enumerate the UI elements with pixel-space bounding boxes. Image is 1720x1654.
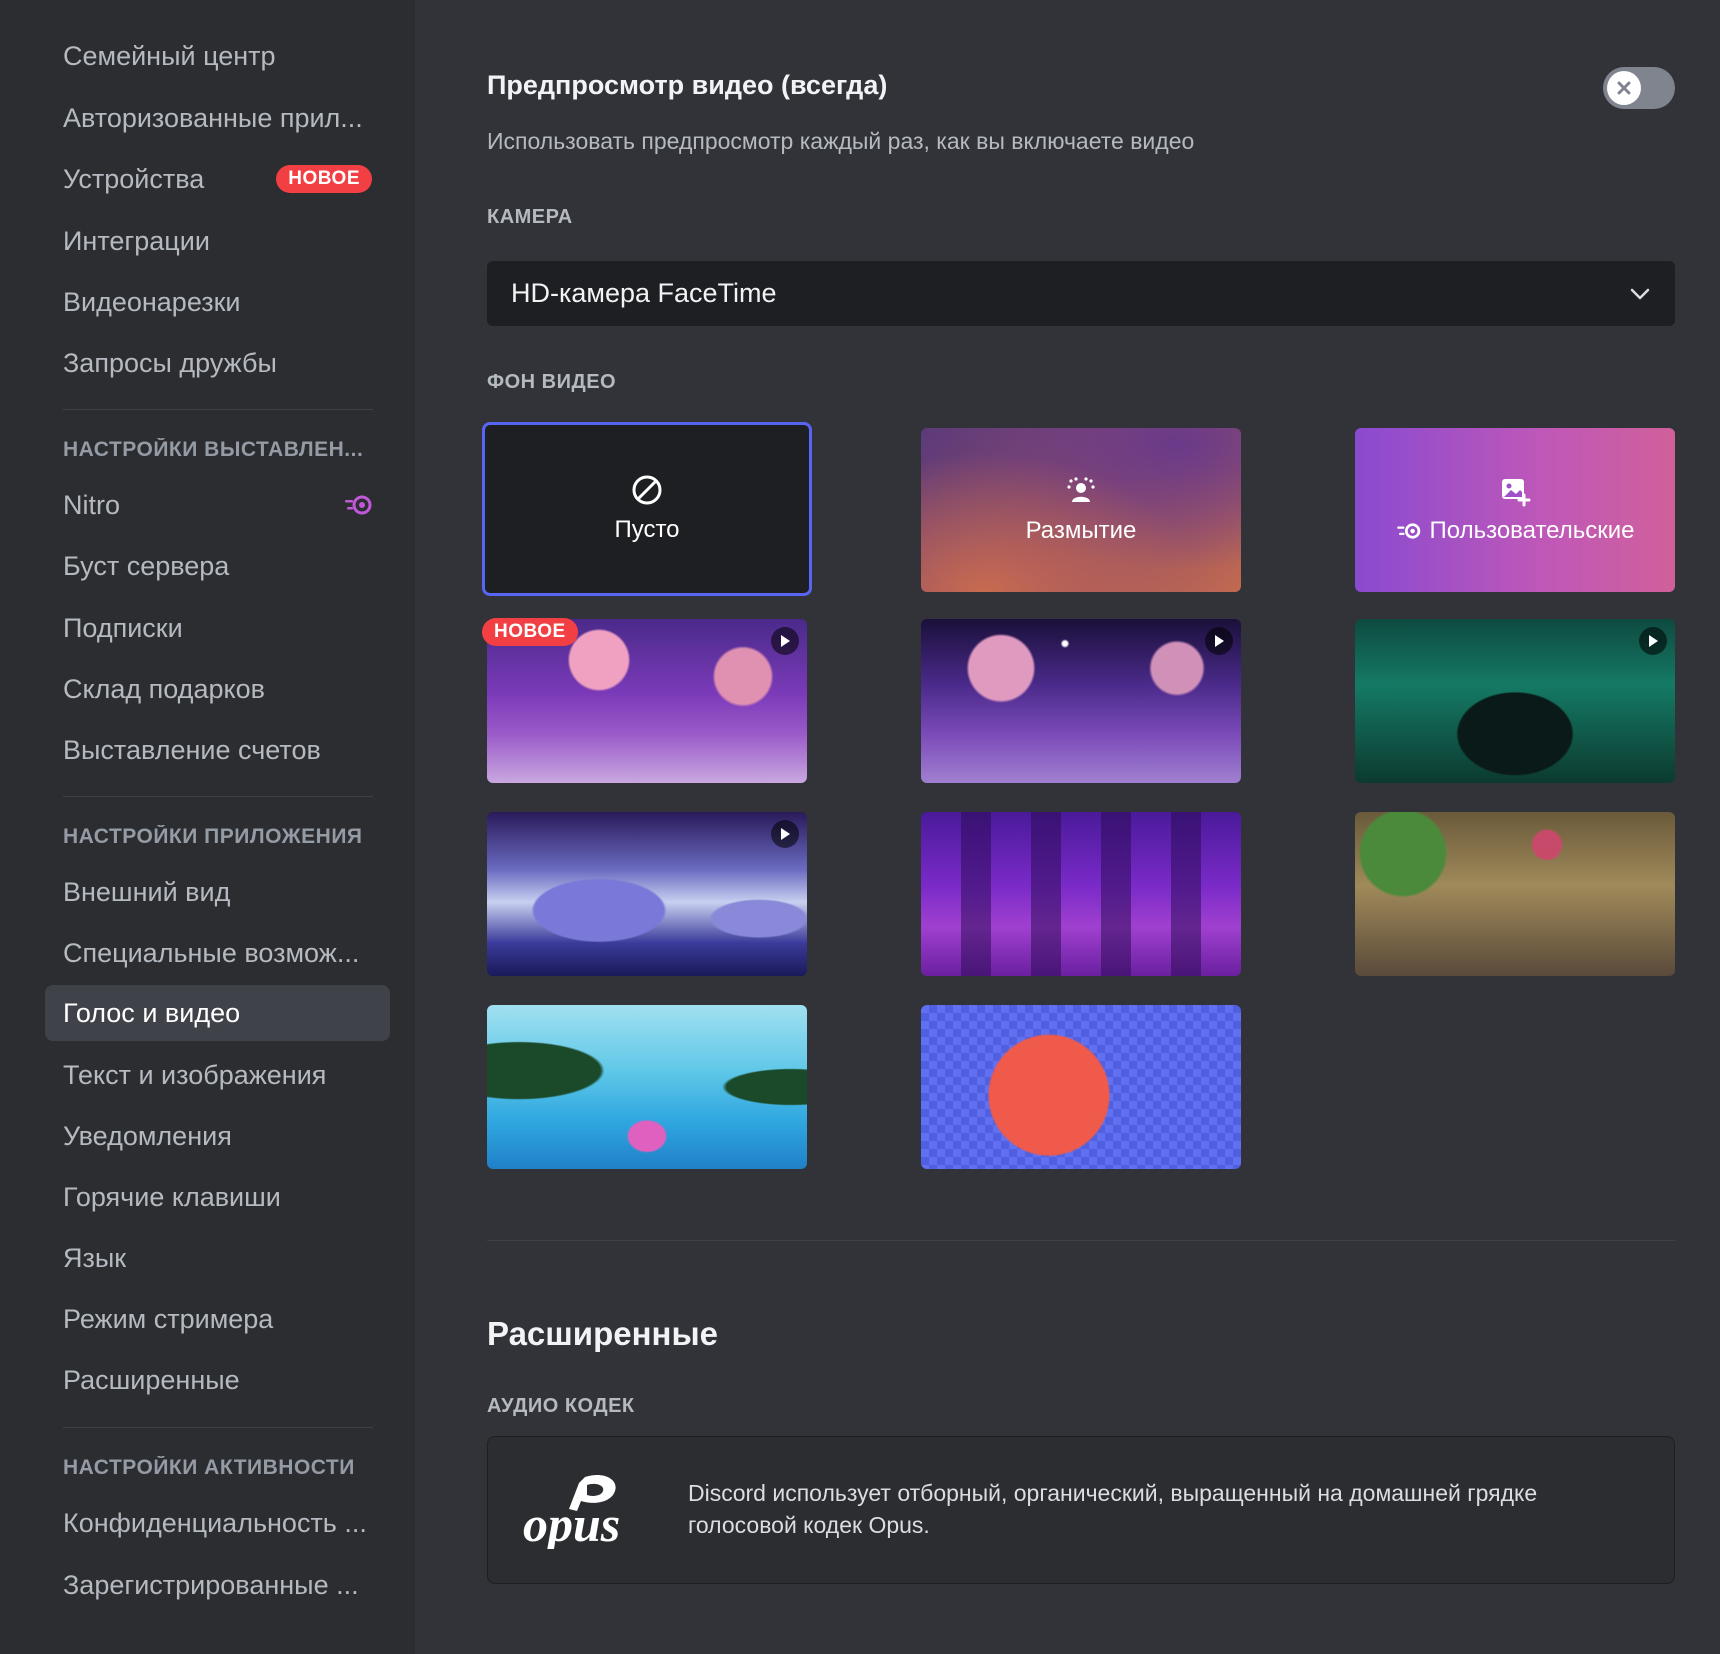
sidebar-item-label: Режим стримера bbox=[63, 1303, 274, 1334]
sidebar-item-server-boost[interactable]: Буст сервера bbox=[45, 538, 390, 594]
sidebar-item-label: Голос и видео bbox=[63, 997, 241, 1028]
bg-option-content: Размытие bbox=[921, 428, 1241, 592]
bg-option-neon-city[interactable] bbox=[921, 812, 1241, 976]
bg-option-label: Размытие bbox=[1025, 517, 1137, 544]
sidebar-item-label: Устройства bbox=[63, 163, 205, 194]
video-preview-toggle[interactable] bbox=[1603, 67, 1675, 109]
nitro-icon bbox=[1396, 523, 1420, 539]
toggle-knob bbox=[1607, 71, 1641, 105]
billing-settings-header: НАСТРОЙКИ ВЫСТАВЛЕН... bbox=[63, 438, 364, 461]
video-preview-description: Использовать предпросмотр каждый раз, ка… bbox=[487, 128, 1195, 154]
sidebar-item-language[interactable]: Язык bbox=[45, 1230, 390, 1286]
sidebar-divider bbox=[63, 1427, 373, 1428]
audio-codec-description: Discord использует отборный, органически… bbox=[688, 1480, 1538, 1538]
close-icon bbox=[1617, 81, 1631, 95]
sidebar-item-family-center[interactable]: Семейный центр bbox=[45, 28, 390, 84]
bg-option-blur[interactable]: Размытие bbox=[921, 428, 1241, 592]
audio-codec-label: АУДИО КОДЕК bbox=[487, 1395, 635, 1417]
sidebar-item-gift-inventory[interactable]: Склад подарков bbox=[45, 661, 390, 717]
sidebar-item-streamer-mode[interactable]: Режим стримера bbox=[45, 1291, 390, 1347]
sidebar-item-advanced[interactable]: Расширенные bbox=[45, 1352, 390, 1408]
bg-option-label: Пользовательские bbox=[1429, 517, 1635, 544]
chevron-down-icon bbox=[1630, 288, 1650, 299]
section-divider bbox=[487, 1240, 1675, 1241]
sidebar-item-nitro[interactable]: Nitro bbox=[45, 477, 390, 533]
sidebar-item-label: Язык bbox=[63, 1242, 127, 1273]
opus-logo: opus bbox=[523, 1474, 620, 1549]
sidebar-item-label: Nitro bbox=[63, 489, 121, 520]
sidebar-item-notifications[interactable]: Уведомления bbox=[45, 1108, 390, 1164]
play-icon bbox=[771, 820, 799, 848]
bg-option-mushroom-night[interactable] bbox=[921, 619, 1241, 783]
sidebar-item-label: Семейный центр bbox=[63, 40, 276, 71]
sidebar-item-keybinds[interactable]: Горячие клавиши bbox=[45, 1169, 390, 1225]
none-icon bbox=[632, 475, 662, 505]
activity-settings-header: НАСТРОЙКИ АКТИВНОСТИ bbox=[63, 1456, 355, 1479]
settings-sidebar: Семейный центр Авторизованные прил... Ус… bbox=[0, 0, 415, 1654]
play-icon bbox=[771, 627, 799, 655]
sidebar-item-subscriptions[interactable]: Подписки bbox=[45, 600, 390, 656]
sidebar-item-devices[interactable]: Устройства НОВОЕ bbox=[45, 151, 390, 207]
bg-option-snow-wumpus[interactable] bbox=[487, 812, 807, 976]
bg-option-retro-window[interactable] bbox=[921, 1005, 1241, 1169]
sidebar-item-label: Зарегистрированные ... bbox=[63, 1569, 359, 1600]
audio-codec-card: opus Discord использует отборный, органи… bbox=[487, 1436, 1675, 1584]
sidebar-item-label: Внешний вид bbox=[63, 876, 231, 907]
sidebar-divider bbox=[63, 796, 373, 797]
sidebar-divider bbox=[63, 409, 373, 410]
sidebar-item-label: Расширенные bbox=[63, 1364, 240, 1395]
sidebar-item-accessibility[interactable]: Специальные возмож... bbox=[45, 925, 390, 981]
sidebar-item-text-images[interactable]: Текст и изображения bbox=[45, 1047, 390, 1103]
sidebar-item-billing[interactable]: Выставление счетов bbox=[45, 722, 390, 778]
camera-select[interactable]: HD-камера FaceTime bbox=[487, 261, 1675, 326]
voice-video-settings: Предпросмотр видео (всегда) Использовать… bbox=[415, 0, 1720, 1654]
sidebar-item-registered-games[interactable]: Зарегистрированные ... bbox=[45, 1557, 390, 1613]
bg-option-content: Пользовательские bbox=[1355, 428, 1675, 592]
sidebar-item-label: Специальные возмож... bbox=[63, 937, 360, 968]
advanced-title: Расширенные bbox=[487, 1315, 718, 1352]
sidebar-item-label: Видеонарезки bbox=[63, 286, 241, 317]
sidebar-item-label: Интеграции bbox=[63, 225, 210, 256]
bg-option-tropical[interactable] bbox=[487, 1005, 807, 1169]
sidebar-item-label: Текст и изображения bbox=[63, 1059, 327, 1090]
sidebar-item-label: Уведомления bbox=[63, 1120, 232, 1151]
sidebar-item-integrations[interactable]: Интеграции bbox=[45, 213, 390, 269]
bg-option-market[interactable] bbox=[1355, 812, 1675, 976]
add-image-icon bbox=[1502, 479, 1531, 507]
sidebar-item-label: Запросы дружбы bbox=[63, 347, 277, 378]
play-icon bbox=[1639, 627, 1667, 655]
sidebar-item-activity-privacy[interactable]: Конфиденциальность ... bbox=[45, 1495, 390, 1551]
sidebar-item-label: Конфиденциальность ... bbox=[63, 1507, 367, 1538]
bg-option-label-row: Пользовательские bbox=[1396, 517, 1635, 545]
sidebar-item-clips[interactable]: Видеонарезки bbox=[45, 274, 390, 330]
video-background-label: ФОН ВИДЕО bbox=[487, 371, 617, 393]
camera-label: КАМЕРА bbox=[487, 206, 573, 228]
sidebar-item-voice-video[interactable]: Голос и видео bbox=[45, 985, 390, 1041]
bg-option-none[interactable]: Пусто bbox=[482, 422, 812, 596]
new-badge: НОВОЕ bbox=[482, 618, 578, 646]
sidebar-item-appearance[interactable]: Внешний вид bbox=[45, 864, 390, 920]
bg-option-label: Пусто bbox=[614, 516, 680, 543]
sidebar-item-label: Выставление счетов bbox=[63, 734, 321, 765]
sidebar-item-label: Авторизованные прил... bbox=[63, 102, 363, 133]
camera-select-value: HD-камера FaceTime bbox=[511, 278, 777, 308]
new-badge: НОВОЕ bbox=[276, 165, 372, 193]
play-icon bbox=[1205, 627, 1233, 655]
sidebar-item-label: Подписки bbox=[63, 612, 183, 643]
sidebar-item-friend-requests[interactable]: Запросы дружбы bbox=[45, 335, 390, 391]
sidebar-item-label: Буст сервера bbox=[63, 550, 230, 581]
blur-icon bbox=[1067, 477, 1095, 502]
sidebar-item-label: Склад подарков bbox=[63, 673, 265, 704]
bg-option-content: Пусто bbox=[485, 425, 809, 593]
nitro-icon bbox=[345, 495, 372, 515]
bg-option-control-room[interactable] bbox=[1355, 619, 1675, 783]
video-preview-title: Предпросмотр видео (всегда) bbox=[487, 70, 888, 100]
opus-logo-text: opus bbox=[523, 1496, 620, 1549]
bg-option-custom[interactable]: Пользовательские bbox=[1355, 428, 1675, 592]
sidebar-item-authorized-apps[interactable]: Авторизованные прил... bbox=[45, 90, 390, 146]
app-settings-header: НАСТРОЙКИ ПРИЛОЖЕНИЯ bbox=[63, 825, 363, 848]
sidebar-item-label: Горячие клавиши bbox=[63, 1181, 281, 1212]
